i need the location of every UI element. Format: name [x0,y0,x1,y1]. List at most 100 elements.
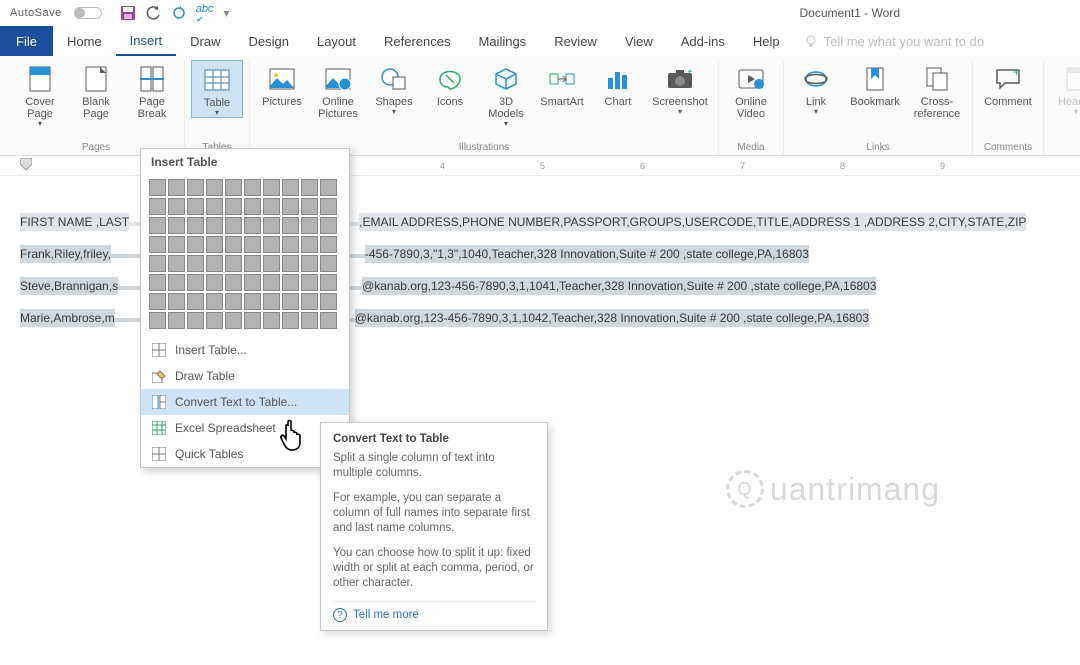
menu-quick-tables[interactable]: Quick Tables ▸ [141,441,349,467]
tab-addins[interactable]: Add-ins [667,26,739,56]
grid-cell[interactable] [187,274,204,291]
grid-cell[interactable] [263,255,280,272]
grid-cell[interactable] [168,179,185,196]
online-video-button[interactable]: Online Video [725,60,777,120]
menu-insert-table[interactable]: Insert Table... [141,337,349,363]
grid-cell[interactable] [187,217,204,234]
grid-cell[interactable] [320,236,337,253]
grid-cell[interactable] [206,312,223,329]
grid-cell[interactable] [187,255,204,272]
qat-more-icon[interactable]: ▾ [223,6,229,20]
smartart-button[interactable]: SmartArt [536,60,588,128]
tab-review[interactable]: Review [540,26,611,56]
grid-cell[interactable] [206,198,223,215]
grid-cell[interactable] [187,198,204,215]
header-button[interactable]: Header▾ [1050,60,1080,128]
grid-cell[interactable] [244,293,261,310]
tab-mailings[interactable]: Mailings [465,26,541,56]
pictures-button[interactable]: Pictures [256,60,308,128]
grid-cell[interactable] [301,293,318,310]
grid-cell[interactable] [263,312,280,329]
tell-me-search[interactable]: Tell me what you want to do [804,26,984,56]
grid-cell[interactable] [206,179,223,196]
grid-cell[interactable] [149,217,166,234]
grid-cell[interactable] [187,312,204,329]
grid-cell[interactable] [244,312,261,329]
menu-convert-text-to-table[interactable]: Convert Text to Table... [141,389,349,415]
grid-cell[interactable] [282,217,299,234]
grid-cell[interactable] [301,198,318,215]
grid-cell[interactable] [320,217,337,234]
grid-cell[interactable] [225,293,242,310]
grid-cell[interactable] [206,274,223,291]
grid-cell[interactable] [282,293,299,310]
grid-cell[interactable] [187,179,204,196]
grid-cell[interactable] [282,236,299,253]
icons-button[interactable]: Icons [424,60,476,128]
indent-marker-icon[interactable] [20,158,32,172]
grid-cell[interactable] [320,255,337,272]
grid-cell[interactable] [168,293,185,310]
grid-cell[interactable] [263,236,280,253]
grid-cell[interactable] [149,293,166,310]
grid-cell[interactable] [168,198,185,215]
grid-cell[interactable] [301,179,318,196]
link-button[interactable]: Link ▾ [790,60,842,120]
grid-cell[interactable] [187,236,204,253]
tab-file[interactable]: File [0,26,53,56]
grid-cell[interactable] [149,312,166,329]
grid-cell[interactable] [149,274,166,291]
grid-cell[interactable] [263,274,280,291]
page-break-button[interactable]: Page Break [126,60,178,128]
grid-cell[interactable] [225,179,242,196]
chart-button[interactable]: Chart [592,60,644,128]
grid-cell[interactable] [320,198,337,215]
screenshot-button[interactable]: + Screenshot ▾ [648,60,712,128]
tab-view[interactable]: View [611,26,667,56]
menu-draw-table[interactable]: Draw Table [141,363,349,389]
grid-cell[interactable] [149,198,166,215]
grid-cell[interactable] [301,236,318,253]
tab-draw[interactable]: Draw [176,26,234,56]
redo-icon[interactable] [172,6,186,20]
grid-cell[interactable] [206,293,223,310]
grid-cell[interactable] [168,236,185,253]
save-icon[interactable] [120,5,136,21]
grid-cell[interactable] [225,274,242,291]
grid-cell[interactable] [301,217,318,234]
grid-cell[interactable] [320,293,337,310]
grid-cell[interactable] [282,255,299,272]
grid-cell[interactable] [263,179,280,196]
3d-models-button[interactable]: 3D Models ▾ [480,60,532,128]
comment-button[interactable]: + Comment [979,60,1037,108]
grid-cell[interactable] [282,274,299,291]
grid-cell[interactable] [149,236,166,253]
grid-cell[interactable] [149,255,166,272]
grid-cell[interactable] [206,255,223,272]
grid-cell[interactable] [244,179,261,196]
grid-cell[interactable] [206,217,223,234]
table-grid-picker[interactable] [141,175,349,337]
grid-cell[interactable] [301,274,318,291]
grid-cell[interactable] [225,312,242,329]
grid-cell[interactable] [149,179,166,196]
grid-cell[interactable] [206,236,223,253]
grid-cell[interactable] [320,179,337,196]
grid-cell[interactable] [320,312,337,329]
tab-references[interactable]: References [370,26,464,56]
grid-cell[interactable] [244,198,261,215]
grid-cell[interactable] [168,274,185,291]
grid-cell[interactable] [282,198,299,215]
grid-cell[interactable] [187,293,204,310]
grid-cell[interactable] [225,255,242,272]
shapes-button[interactable]: Shapes ▾ [368,60,420,128]
tab-insert[interactable]: Insert [116,26,177,56]
grid-cell[interactable] [168,217,185,234]
table-button[interactable]: Table ▾ [191,60,243,118]
tab-home[interactable]: Home [53,26,116,56]
tab-layout[interactable]: Layout [303,26,370,56]
bookmark-button[interactable]: Bookmark [846,60,904,120]
grid-cell[interactable] [282,179,299,196]
autosave-toggle[interactable] [74,7,102,19]
menu-excel-spreadsheet[interactable]: Excel Spreadsheet [141,415,349,441]
